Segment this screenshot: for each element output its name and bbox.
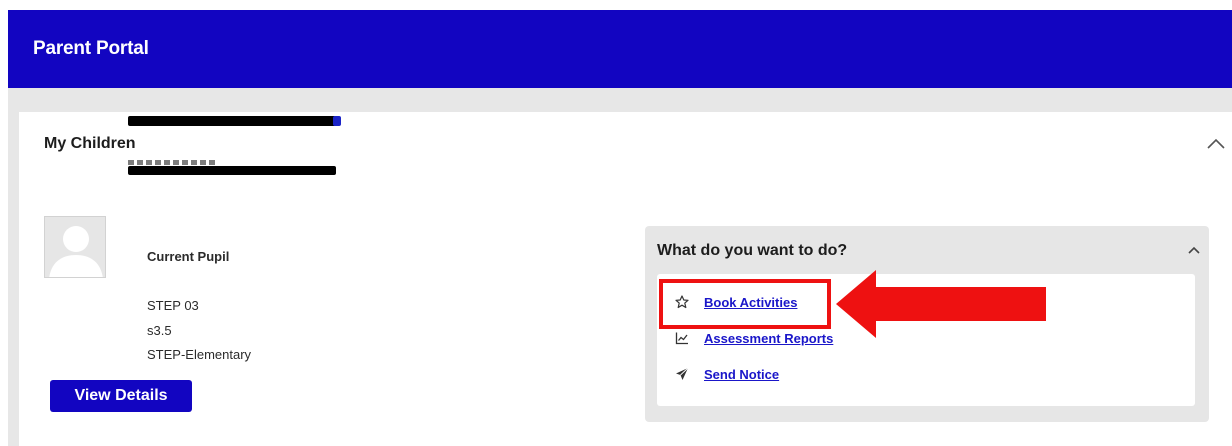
star-outline-icon [675,295,689,309]
action-assessment-reports[interactable]: Assessment Reports [675,329,833,347]
redacted-dob-remnant [128,160,218,165]
redacted-date-of-birth [128,166,336,175]
portal-header: Parent Portal [8,10,1232,88]
chevron-up-icon[interactable] [1185,242,1203,258]
pupil-step: STEP 03 [147,298,199,313]
pupil-status: Current Pupil [147,249,230,264]
action-book-activities[interactable]: Book Activities [675,293,797,311]
book-activities-link[interactable]: Book Activities [704,295,797,310]
user-placeholder-icon [44,216,106,278]
actions-panel-title: What do you want to do? [657,242,848,259]
page-title: Parent Portal [33,38,149,59]
chevron-up-icon[interactable] [1204,134,1228,154]
action-send-notice[interactable]: Send Notice [675,365,779,383]
pupil-program: STEP-Elementary [147,347,252,362]
redacted-pupil-name [128,116,338,126]
assessment-reports-link[interactable]: Assessment Reports [704,331,833,346]
actions-panel: What do you want to do? Book Activities [645,226,1209,422]
send-notice-link[interactable]: Send Notice [704,367,779,382]
actions-list: Book Activities Assessment Reports Send … [657,274,1195,406]
pupil-level: s3.5 [147,323,172,338]
redacted-pupil-name-link [333,116,341,126]
chart-line-icon [675,331,689,345]
view-details-button[interactable]: View Details [50,380,192,412]
page: Parent Portal My Children Current Pupil … [0,0,1232,446]
my-children-title: My Children [44,135,136,152]
paper-plane-icon [675,367,689,381]
